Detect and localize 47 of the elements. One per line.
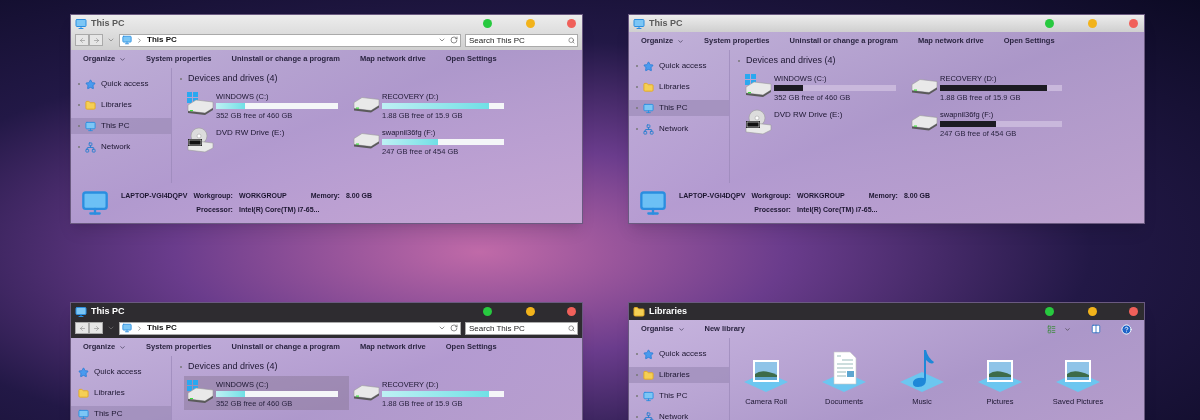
- address-path: This PC: [147, 34, 177, 46]
- nav-item[interactable]: This PC: [71, 118, 171, 134]
- nav-label: This PC: [94, 408, 123, 420]
- nav-item[interactable]: Libraries: [629, 367, 729, 383]
- nav-item[interactable]: Network: [71, 139, 171, 155]
- nav-label: This PC: [101, 120, 130, 132]
- window-title: This PC: [91, 304, 125, 318]
- window-title: This PC: [649, 16, 683, 30]
- section-heading: Devices and drives (4): [188, 360, 278, 373]
- nav-item[interactable]: Libraries: [629, 79, 729, 95]
- drive-tile[interactable]: DVD RW Drive (E:): [184, 123, 349, 158]
- nav-item[interactable]: Libraries: [71, 385, 171, 401]
- nav-label: Libraries: [659, 81, 690, 93]
- nav-item[interactable]: This PC: [71, 406, 171, 420]
- nav-item[interactable]: Libraries: [71, 97, 171, 113]
- nav-label: Quick access: [101, 78, 149, 90]
- drive-name: DVD RW Drive (E:): [216, 126, 286, 139]
- nav-item[interactable]: This PC: [629, 388, 729, 404]
- address-field[interactable]: This PC: [119, 33, 461, 47]
- nav-label: Quick access: [659, 348, 707, 360]
- nav-label: Libraries: [94, 387, 125, 399]
- nav-item[interactable]: Network: [629, 121, 729, 137]
- drive-name: DVD RW Drive (E:): [774, 108, 844, 121]
- nav-label: Network: [659, 411, 689, 420]
- nav-item[interactable]: Quick access: [71, 364, 171, 380]
- nav-label: This PC: [659, 390, 688, 402]
- window-title: This PC: [91, 16, 125, 30]
- address-field[interactable]: This PC: [119, 321, 461, 335]
- section-heading: Devices and drives (4): [746, 54, 836, 67]
- nav-item[interactable]: Quick access: [629, 346, 729, 362]
- nav-item[interactable]: Network: [629, 409, 729, 420]
- address-path: This PC: [147, 322, 177, 334]
- nav-label: Network: [659, 123, 689, 135]
- nav-item[interactable]: Quick access: [629, 58, 729, 74]
- search-field[interactable]: Search This PC: [465, 321, 578, 335]
- nav-label: Quick access: [659, 60, 707, 72]
- drive-tile[interactable]: DVD RW Drive (E:): [742, 105, 907, 140]
- nav-item[interactable]: This PC: [629, 100, 729, 116]
- search-field[interactable]: Search This PC: [465, 33, 578, 47]
- nav-label: Network: [101, 141, 131, 153]
- nav-label: Quick access: [94, 366, 142, 378]
- nav-label: Libraries: [101, 99, 132, 111]
- nav-item[interactable]: Quick access: [71, 76, 171, 92]
- window-title: Libraries: [649, 304, 688, 318]
- nav-label: This PC: [659, 102, 688, 114]
- nav-label: Libraries: [659, 369, 690, 381]
- section-heading: Devices and drives (4): [188, 72, 278, 85]
